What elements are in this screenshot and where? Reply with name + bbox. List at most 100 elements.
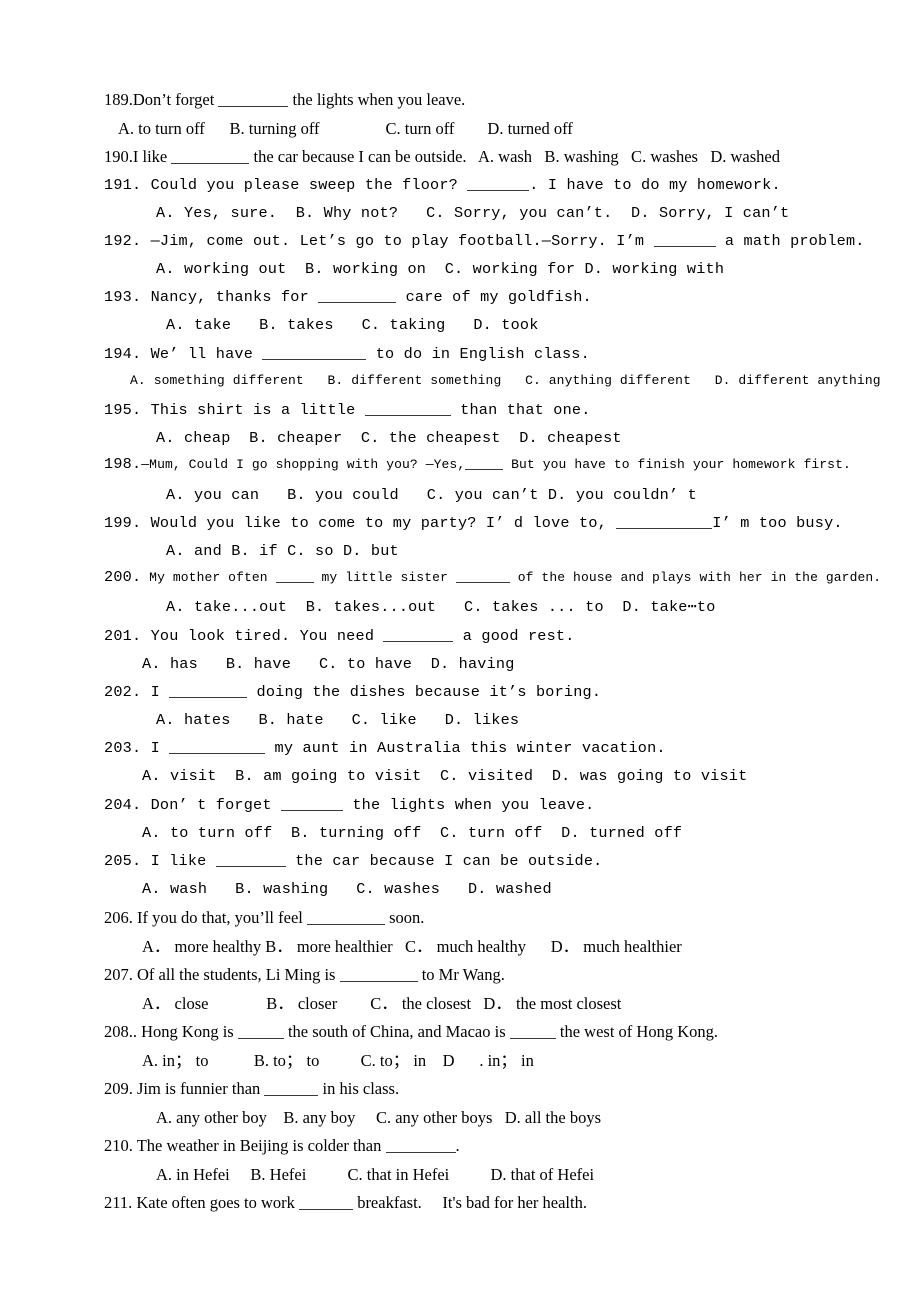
question-201-blank[interactable]	[383, 628, 454, 642]
question-191-options-text[interactable]: A. Yes, sure. B. Why not? C. Sorry, you …	[104, 204, 789, 222]
question-208-stem: 208.. Hong Kong is the south of China, a…	[104, 1022, 894, 1051]
question-191-stem-before: Could you please sweep the floor?	[150, 175, 468, 194]
question-203-stem-after: my aunt in Australia this winter vacatio…	[265, 739, 666, 758]
question-193-stem-before: Nancy, thanks for	[150, 288, 319, 307]
question-193-number: 193.	[104, 288, 142, 307]
question-192-options-text[interactable]: A. working out B. working on C. working …	[104, 260, 724, 278]
question-194-stem-after: to do in English class.	[366, 344, 590, 363]
question-193-blank[interactable]	[318, 289, 397, 304]
question-207-options: A． close B． closer C． the closest D． the…	[104, 994, 894, 1023]
question-200-stem: 200. My mother often my little sister of…	[104, 570, 894, 598]
question-190-stem: 190.I like the car because I can be outs…	[104, 147, 894, 176]
question-201-number: 201.	[104, 626, 142, 645]
question-210-stem-after: .	[455, 1136, 460, 1156]
question-198-blank[interactable]	[465, 458, 504, 471]
question-194-options-text[interactable]: A. something different B. different some…	[104, 373, 881, 388]
question-200-options-text[interactable]: A. take...out B. takes...out C. takes ..…	[104, 598, 716, 616]
question-191-stem-after: . I have to do my homework.	[529, 175, 781, 194]
question-202-options: A. hates B. hate C. like D. likes	[104, 711, 894, 739]
question-190-blank[interactable]	[171, 149, 250, 164]
question-194-stem: 194. We’ ll have to do in English class.	[104, 345, 894, 373]
question-202-stem-before: I	[150, 682, 170, 701]
question-189-blank[interactable]	[218, 92, 289, 107]
question-194-blank[interactable]	[262, 346, 367, 360]
question-202-number: 202.	[104, 682, 142, 701]
question-203-blank[interactable]	[169, 740, 266, 755]
question-207-stem-after: to Mr Wang.	[417, 965, 505, 985]
question-208-blank-2[interactable]	[509, 1024, 556, 1040]
question-193-options: A. take B. takes C. taking D. took	[104, 316, 894, 344]
question-list: 189.Don’t forget the lights when you lea…	[104, 90, 894, 1222]
question-210-stem: 210. The weather in Beijing is colder th…	[104, 1136, 894, 1165]
question-195-number: 195.	[104, 401, 142, 419]
question-207-blank[interactable]	[339, 967, 418, 983]
question-206-stem-after: soon.	[385, 908, 425, 928]
question-195-stem-after: than that one.	[450, 401, 591, 419]
question-205-stem-after: the car because I can be outside.	[285, 852, 603, 870]
question-203-options: A. visit B. am going to visit C. visited…	[104, 767, 894, 795]
question-200-stem-before: My mother often	[149, 570, 276, 586]
question-189-options: A. to turn off B. turning off C. turn of…	[104, 119, 894, 148]
question-193-options-text[interactable]: A. take B. takes C. taking D. took	[104, 316, 539, 334]
question-206-blank[interactable]	[307, 910, 385, 926]
question-198-number: 198.	[104, 455, 142, 474]
question-189-stem-before: Don’t forget	[132, 90, 219, 109]
question-211-stem-after: breakfast. It's bad for her health.	[353, 1193, 587, 1213]
question-201-stem-after: a good rest.	[453, 626, 575, 645]
question-201-stem-before: You look tired. You need	[150, 626, 384, 645]
question-202-blank[interactable]	[169, 684, 248, 698]
question-210-blank[interactable]	[385, 1138, 456, 1154]
question-206-stem: 206. If you do that, you’ll feel soon.	[104, 908, 894, 937]
question-202-options-text[interactable]: A. hates B. hate C. like D. likes	[104, 711, 519, 729]
question-200-blank-1[interactable]	[275, 571, 314, 584]
question-204-options-text[interactable]: A. to turn off B. turning off C. turn of…	[104, 824, 682, 842]
question-205-options-text[interactable]: A. wash B. washing C. washes D. washed	[104, 880, 552, 898]
question-209-blank[interactable]	[264, 1081, 319, 1097]
question-207-options-text[interactable]: A． close B． closer C． the closest D． the…	[104, 994, 621, 1013]
question-199-number: 199.	[104, 513, 142, 532]
question-208-options-text[interactable]: A. in； to B. to； to C. to； in D . in； in	[104, 1051, 534, 1070]
question-198-options-text[interactable]: A. you can B. you could C. you can’t D. …	[104, 486, 697, 504]
question-204-blank[interactable]	[281, 797, 343, 811]
question-191-blank[interactable]	[467, 177, 530, 191]
question-199-stem: 199. Would you like to come to my party?…	[104, 514, 894, 542]
question-204-options: A. to turn off B. turning off C. turn of…	[104, 824, 894, 852]
question-206-stem-before: If you do that, you’ll feel	[137, 908, 307, 928]
question-209-options-text[interactable]: A. any other boy B. any boy C. any other…	[104, 1108, 601, 1127]
question-194-stem-before: We’ ll have	[150, 344, 263, 363]
question-190-stem-after[interactable]: the car because I can be outside. A. was…	[249, 147, 781, 166]
question-210-number: 210.	[104, 1136, 133, 1156]
question-208-stem-before: Hong Kong is	[141, 1022, 238, 1042]
question-209-number: 209.	[104, 1079, 133, 1099]
question-207-number: 207.	[104, 965, 133, 985]
question-198-stem: 198.—Mum, Could I go shopping with you? …	[104, 457, 894, 485]
question-209-options: A. any other boy B. any boy C. any other…	[104, 1108, 894, 1137]
question-193-stem-after: care of my goldfish.	[396, 288, 592, 307]
question-211-blank[interactable]	[299, 1195, 354, 1211]
question-195-options: A. cheap B. cheaper C. the cheapest D. c…	[104, 429, 894, 457]
question-195-options-text[interactable]: A. cheap B. cheaper C. the cheapest D. c…	[104, 429, 622, 447]
question-203-number: 203.	[104, 739, 142, 758]
question-192-blank[interactable]	[653, 233, 716, 247]
question-208-number: 208..	[104, 1022, 137, 1042]
question-203-options-text[interactable]: A. visit B. am going to visit C. visited…	[104, 767, 747, 785]
question-208-blank-1[interactable]	[237, 1024, 284, 1040]
question-210-options-text[interactable]: A. in Hefei B. Hefei C. that in Hefei D.…	[104, 1165, 594, 1184]
question-195-blank[interactable]	[364, 402, 451, 416]
question-204-stem-after: the lights when you leave.	[343, 795, 595, 814]
question-201-options-text[interactable]: A. has B. have C. to have D. having	[104, 655, 515, 673]
question-199-options-text[interactable]: A. and B. if C. so D. but	[104, 542, 399, 560]
question-206-options-text[interactable]: A． more healthy B． more healthier C． muc…	[104, 937, 682, 956]
question-204-stem-before: Don’ t forget	[150, 795, 281, 814]
question-189-options-text[interactable]: A. to turn off B. turning off C. turn of…	[104, 119, 573, 138]
question-202-stem: 202. I doing the dishes because it’s bor…	[104, 683, 894, 711]
question-210-stem-before: The weather in Beijing is colder than	[136, 1136, 386, 1156]
question-201-options: A. has B. have C. to have D. having	[104, 655, 894, 683]
question-200-blank-2[interactable]	[455, 571, 510, 584]
question-192-options: A. working out B. working on C. working …	[104, 260, 894, 288]
question-199-blank[interactable]	[616, 515, 713, 529]
question-208-stem-mid: the south of China, and Macao is	[283, 1022, 510, 1042]
question-209-stem-before: Jim is funnier than	[137, 1079, 265, 1099]
question-191-stem: 191. Could you please sweep the floor? .…	[104, 176, 894, 204]
question-205-blank[interactable]	[215, 853, 286, 867]
